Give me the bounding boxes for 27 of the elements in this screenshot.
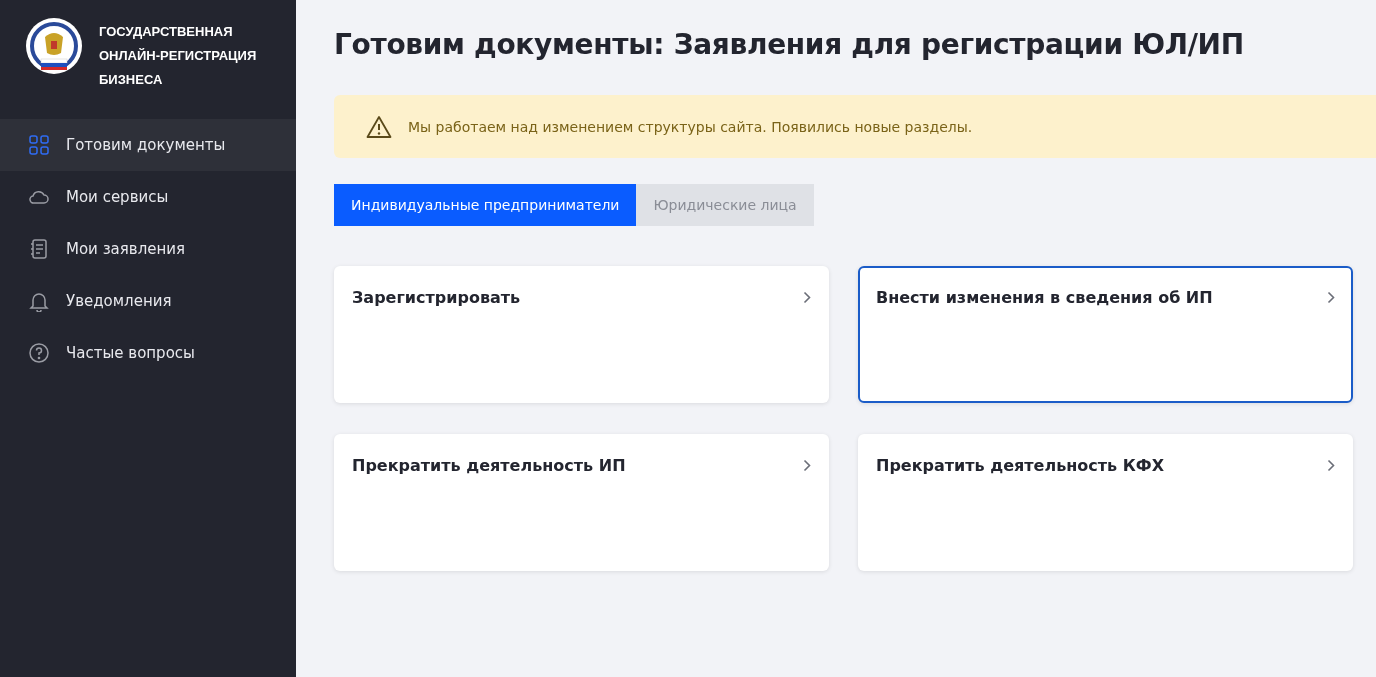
nav-item[interactable]: Частые вопросы [0, 327, 296, 379]
warning-icon [366, 114, 392, 139]
card-title: Прекратить деятельность КФХ [876, 456, 1165, 475]
option-card[interactable]: Зарегистрировать [334, 266, 829, 403]
card-title: Зарегистрировать [352, 288, 521, 307]
option-card[interactable]: Прекратить деятельность ИП [334, 434, 829, 571]
card-title: Внести изменения в сведения об ИП [876, 288, 1213, 307]
nav-item[interactable]: Мои заявления [0, 223, 296, 275]
notice-text: Мы работаем над изменением структуры сайта. Появились новые разделы. [408, 118, 973, 135]
option-card[interactable]: Внести изменения в сведения об ИП [858, 266, 1353, 403]
card-title: Прекратить деятельность ИП [352, 456, 626, 475]
chevron-right-icon [803, 459, 811, 472]
nav-item[interactable]: Готовим документы [0, 119, 296, 171]
nav-item[interactable]: Уведомления [0, 275, 296, 327]
tab[interactable]: Индивидуальные предприниматели [334, 184, 637, 226]
chevron-right-icon [1327, 291, 1335, 304]
page-title: Готовим документы: Заявления для регистрации ЮЛ/ИП [334, 28, 1245, 63]
bell-icon [28, 290, 50, 312]
chevron-right-icon [803, 291, 811, 304]
chevron-right-icon [1327, 459, 1335, 472]
document-icon [28, 238, 50, 260]
logo-text: ГОСУДАРСТВЕННАЯ ОНЛАЙН-РЕГИСТРАЦИЯ БИЗНЕСА [99, 23, 258, 89]
help-icon [28, 342, 50, 364]
option-card[interactable]: Прекратить деятельность КФХ [858, 434, 1353, 571]
grid-icon [28, 134, 50, 156]
nav-item[interactable]: Мои сервисы [0, 171, 296, 223]
emblem-drawing [25, 17, 83, 75]
